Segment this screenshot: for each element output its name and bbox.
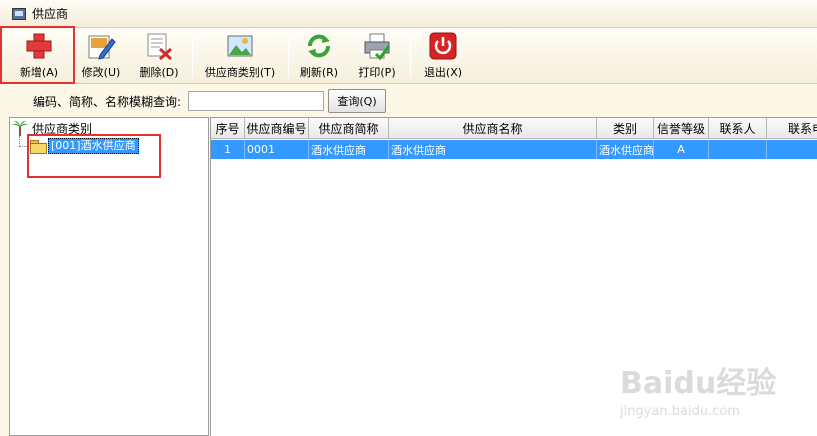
delete-button[interactable]: 删除(D) — [134, 31, 184, 81]
column-header[interactable]: 供应商名称 — [389, 118, 597, 139]
cell-credit-level: A — [654, 140, 709, 159]
add-button-label: 新增(A) — [19, 66, 59, 79]
tree-node-label: [001]酒水供应商 — [48, 138, 139, 154]
delete-button-label: 删除(D) — [139, 66, 179, 79]
cell-name: 酒水供应商 — [389, 140, 597, 159]
printer-icon — [362, 31, 392, 61]
title-bar: 供应商 — [0, 0, 817, 28]
plus-icon — [24, 31, 54, 61]
power-icon — [428, 31, 458, 61]
search-label: 编码、简称、名称模糊查询: — [33, 95, 182, 109]
tree-root-node[interactable]: 供应商类别 — [12, 120, 92, 136]
grid-header: 序号 供应商编号 供应商简称 供应商名称 类别 信誉等级 联系人 联系电 — [211, 118, 817, 139]
delete-icon — [144, 31, 174, 61]
print-button-label: 打印(P) — [358, 66, 396, 79]
column-header[interactable]: 供应商简称 — [309, 118, 389, 139]
refresh-button[interactable]: 刷新(R) — [294, 31, 344, 81]
column-header[interactable]: 序号 — [211, 118, 245, 139]
toolbar-separator — [288, 34, 289, 78]
supplier-grid: 序号 供应商编号 供应商简称 供应商名称 类别 信誉等级 联系人 联系电 1 0… — [210, 117, 817, 436]
refresh-icon — [304, 31, 334, 61]
exit-button[interactable]: 退出(X) — [418, 31, 468, 81]
cell-index: 1 — [211, 140, 245, 159]
tree-node-liquor-supplier[interactable]: [001]酒水供应商 — [20, 138, 139, 154]
palm-tree-icon — [12, 120, 28, 136]
toolbar: 新增(A) 修改(U) 删除(D) 供应商类别(T) 刷新(R) 打印(P) 退… — [0, 28, 817, 84]
cell-category: 酒水供应商 — [597, 140, 654, 159]
column-header[interactable]: 联系电 — [767, 118, 817, 139]
search-bar: 编码、简称、名称模糊查询: 查询(Q) — [0, 85, 817, 117]
cell-phone — [767, 140, 817, 159]
column-header[interactable]: 类别 — [597, 118, 654, 139]
cell-code: 0001 — [245, 140, 309, 159]
edit-button-label: 修改(U) — [81, 66, 121, 79]
folder-open-icon — [30, 140, 47, 154]
cell-short-name: 酒水供应商 — [309, 140, 389, 159]
supplier-category-button-label: 供应商类别(T) — [204, 66, 276, 79]
tree-root-label: 供应商类别 — [32, 121, 93, 136]
add-button[interactable]: 新增(A) — [14, 31, 64, 81]
cell-contact — [709, 140, 767, 159]
edit-icon — [86, 31, 116, 61]
window-icon — [12, 7, 26, 20]
column-header[interactable]: 供应商编号 — [245, 118, 309, 139]
window-title: 供应商 — [32, 7, 69, 21]
search-input[interactable] — [188, 91, 324, 111]
picture-icon — [225, 31, 255, 61]
edit-button[interactable]: 修改(U) — [76, 31, 126, 81]
refresh-button-label: 刷新(R) — [299, 66, 339, 79]
exit-button-label: 退出(X) — [423, 66, 463, 79]
table-row[interactable]: 1 0001 酒水供应商 酒水供应商 酒水供应商 A — [211, 140, 817, 159]
column-header[interactable]: 联系人 — [709, 118, 767, 139]
print-button[interactable]: 打印(P) — [352, 31, 402, 81]
column-header[interactable]: 信誉等级 — [654, 118, 709, 139]
supplier-category-tree: 供应商类别 [001]酒水供应商 — [9, 117, 209, 436]
supplier-category-button[interactable]: 供应商类别(T) — [200, 31, 280, 81]
toolbar-separator — [410, 34, 411, 78]
query-button[interactable]: 查询(Q) — [328, 89, 386, 113]
toolbar-separator — [192, 34, 193, 78]
